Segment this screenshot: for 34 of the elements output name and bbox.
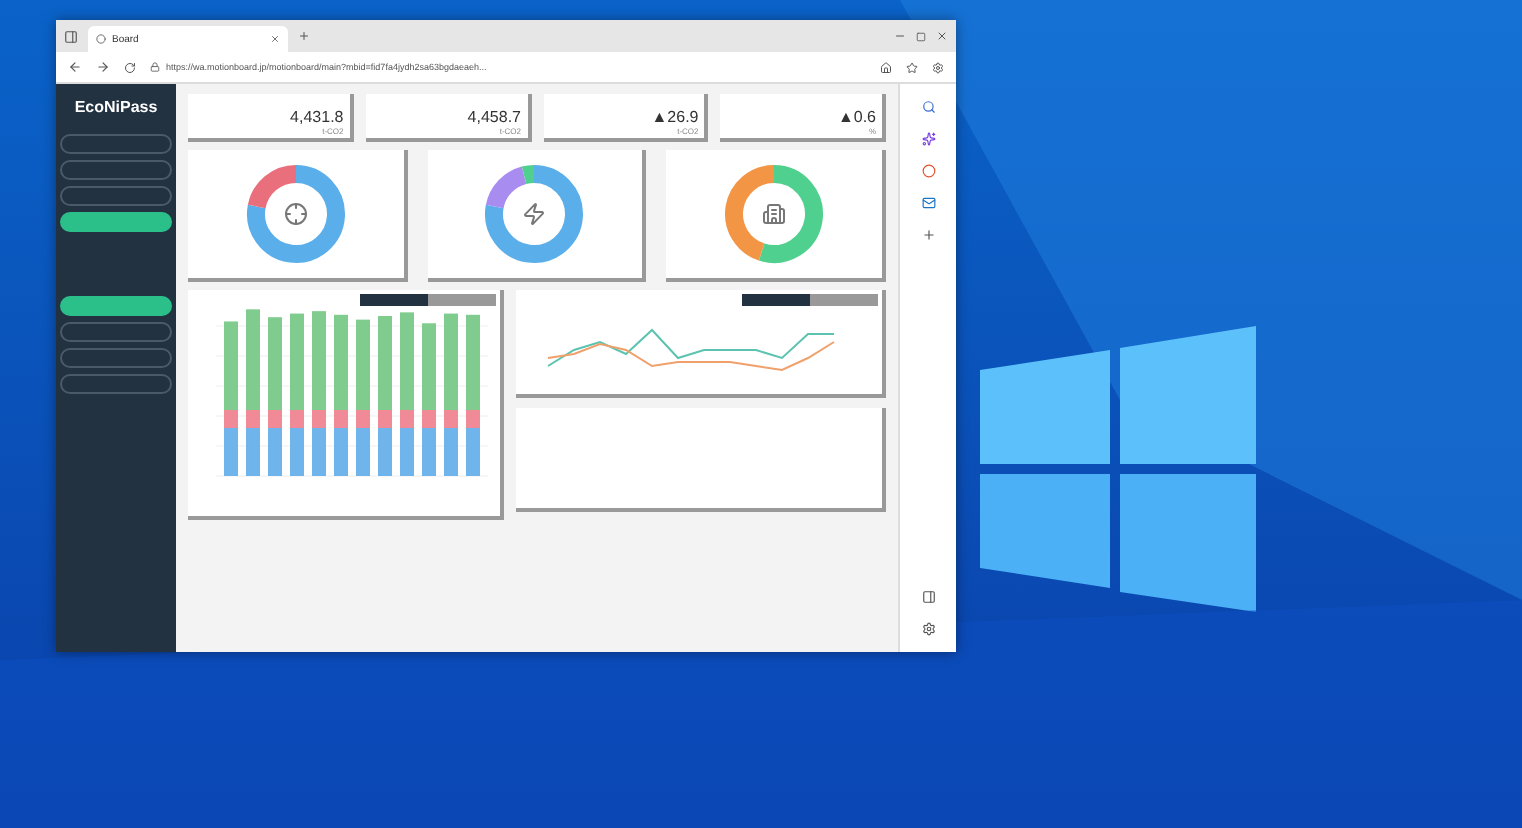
close-icon[interactable] [936, 30, 948, 42]
crosshair-icon [283, 202, 308, 226]
new-tab-icon[interactable] [298, 30, 310, 42]
tab-actions-icon[interactable] [64, 29, 78, 43]
sidebar-button[interactable] [60, 296, 172, 316]
star-icon[interactable] [906, 61, 918, 73]
reload-icon[interactable] [124, 61, 136, 73]
circle-icon[interactable] [921, 164, 935, 178]
panel-icon[interactable] [921, 590, 935, 604]
settings-icon[interactable] [921, 622, 935, 636]
minimize-icon[interactable] [894, 30, 906, 42]
kpi-value: 4,431.8 [290, 108, 344, 126]
toggle-tab[interactable] [360, 294, 428, 306]
kpi-value: 4,458.7 [467, 108, 521, 126]
kpi-value: ▲26.9 [651, 108, 699, 126]
forward-icon[interactable] [96, 60, 110, 74]
lock-icon [150, 62, 160, 72]
toggle-tab[interactable] [428, 294, 496, 306]
sparkle-icon[interactable] [921, 132, 935, 146]
sidebar-button[interactable] [60, 212, 172, 232]
home-icon[interactable] [880, 61, 892, 73]
lightning-icon [522, 202, 547, 226]
add-icon[interactable] [921, 228, 935, 242]
back-icon[interactable] [68, 60, 82, 74]
maximize-icon[interactable] [916, 31, 926, 41]
toggle-tab[interactable] [810, 294, 878, 306]
kpi-value: ▲0.6 [837, 108, 876, 126]
globe-icon [96, 34, 106, 44]
app-logo: EcoNiPass [74, 96, 158, 120]
building-icon [762, 202, 787, 226]
mail-icon[interactable] [921, 196, 935, 210]
search-icon[interactable] [921, 100, 935, 114]
settings-icon[interactable] [932, 61, 944, 73]
toggle-tab[interactable] [742, 294, 810, 306]
